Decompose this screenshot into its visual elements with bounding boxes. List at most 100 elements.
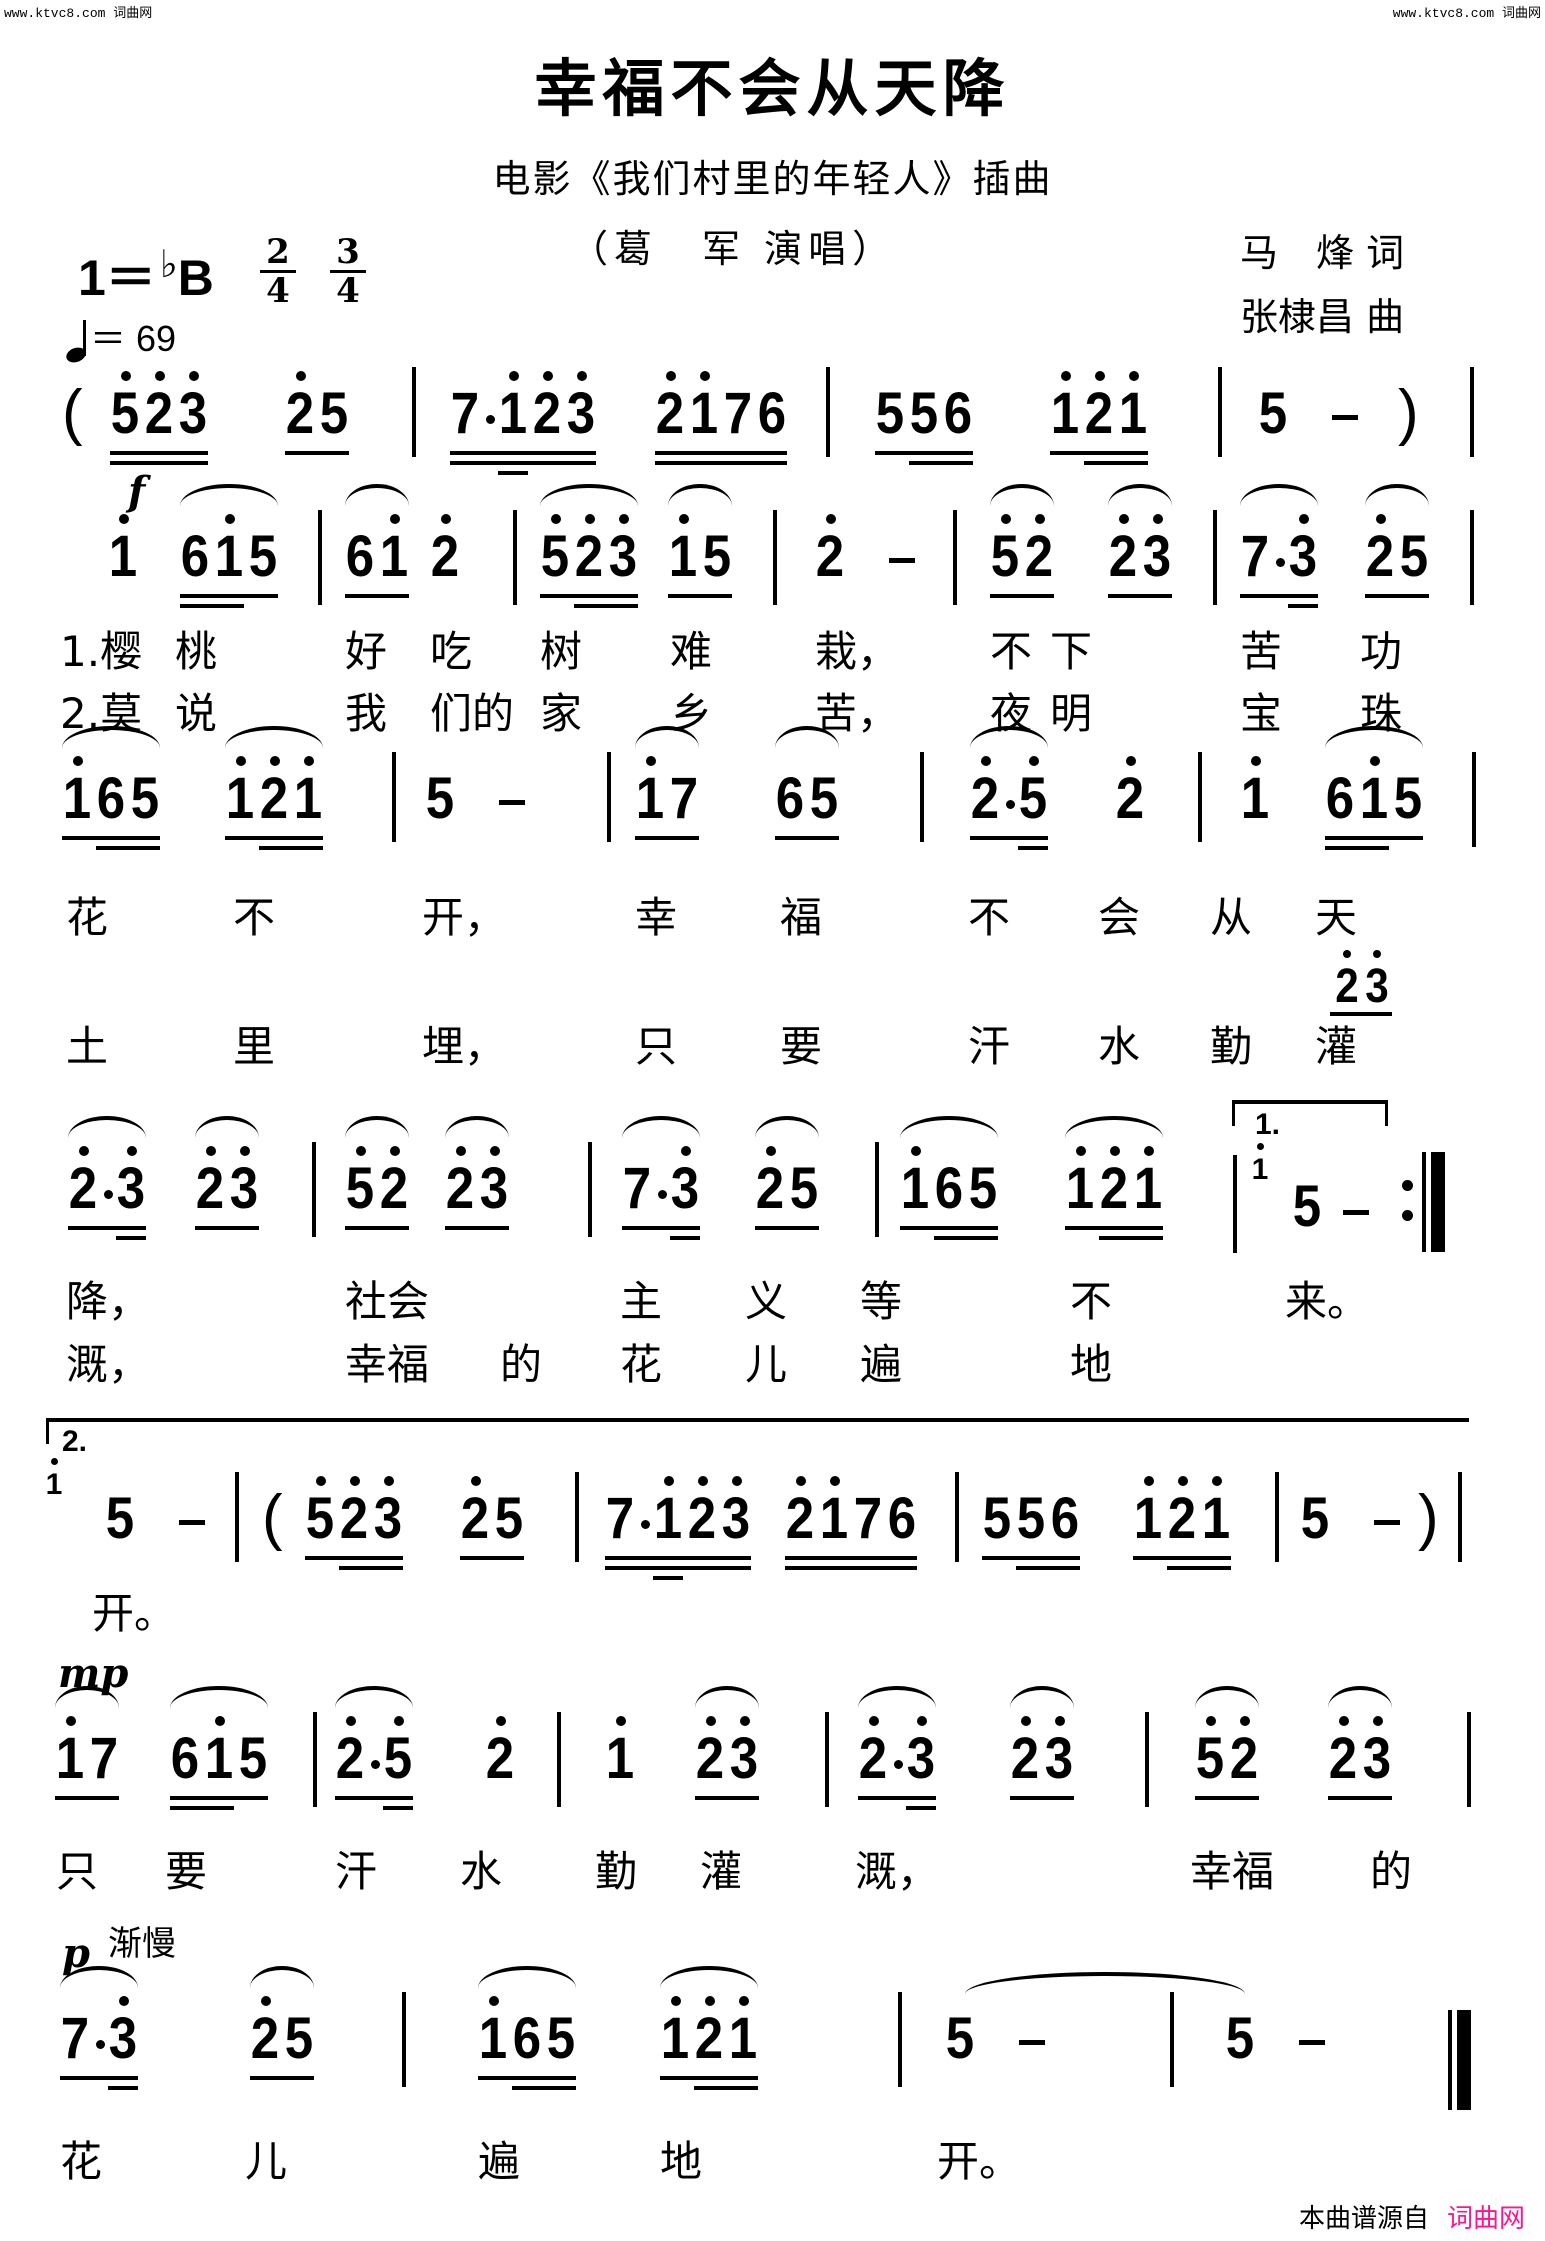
lyric-verse1: 社会	[345, 1277, 430, 1326]
lyric-verse1: 幸	[635, 893, 678, 942]
underline-eighth	[1065, 1226, 1163, 1230]
footer-source: 本曲谱源自	[1298, 2203, 1429, 2233]
augmentation-dot	[1006, 800, 1015, 809]
high-octave-dot	[155, 371, 165, 381]
lyric-verse1: 1.樱	[60, 627, 143, 676]
underline-eighth	[460, 1556, 524, 1560]
tie	[965, 1972, 1245, 1994]
note-5: 5	[425, 766, 455, 831]
lyric-line: 灌	[700, 1847, 743, 1896]
lyric-verse2: 明	[1050, 689, 1093, 738]
barline	[313, 1712, 317, 1807]
high-octave-dot	[1129, 371, 1139, 381]
lyric-verse1: 下	[1050, 627, 1093, 676]
lyric-verse2: 要	[780, 1022, 823, 1071]
song-subtitle: 电影《我们村里的年轻人》插曲	[492, 157, 1053, 201]
close-parenthesis: )	[1398, 378, 1419, 447]
time-num: 2	[266, 232, 290, 272]
note-2: 2	[1365, 524, 1395, 589]
lyric-verse2: 珠	[1360, 689, 1403, 738]
time-num: 3	[336, 232, 360, 272]
high-octave-dot	[681, 1146, 691, 1156]
barline	[588, 1142, 592, 1237]
barline	[318, 510, 322, 605]
underline-sixteenth	[108, 2086, 138, 2090]
high-octave-dot	[1373, 1716, 1383, 1726]
high-octave-dot	[1126, 756, 1136, 766]
lyric-verse2: 的	[500, 1340, 543, 1389]
high-octave-dot	[917, 1716, 927, 1726]
note-1: 1	[689, 381, 719, 446]
note-3: 3	[116, 1156, 146, 1221]
high-octave-dot	[1001, 514, 1011, 524]
lyric-verse1: 好	[345, 627, 388, 676]
note-3: 3	[721, 1486, 751, 1551]
slur	[660, 1966, 758, 1988]
lyric-verse2: 苦，	[815, 689, 900, 738]
high-octave-dot	[390, 514, 400, 524]
note-2: 2	[259, 766, 289, 831]
high-octave-dot	[616, 1716, 626, 1726]
key-prefix: 1＝	[78, 250, 156, 306]
high-octave-dot	[1144, 1476, 1154, 1486]
underline-eighth	[285, 451, 349, 455]
slur	[180, 484, 278, 506]
underline-sixteenth	[1325, 846, 1389, 850]
note-6: 6	[180, 524, 210, 589]
note-6: 6	[887, 1486, 917, 1551]
lyric-verse2: 2.莫	[60, 689, 143, 738]
note-3: 3	[729, 1726, 759, 1791]
barline	[312, 1142, 316, 1237]
underline-sixteenth	[339, 1566, 403, 1570]
slur	[1195, 1686, 1259, 1708]
watermark-left: www.ktvc8.com 词曲网	[4, 6, 153, 21]
barline	[575, 1472, 579, 1562]
augmentation-dot	[1276, 558, 1285, 567]
high-octave-dot	[119, 514, 129, 524]
note-5: 5	[875, 381, 905, 446]
underline-eighth	[605, 1556, 751, 1560]
underline-eighth	[540, 594, 638, 598]
high-octave-dot	[577, 371, 587, 381]
note-7: 7	[723, 381, 753, 446]
second-ending-bracket	[46, 1418, 1469, 1444]
lyric-verse2: 花	[620, 1340, 663, 1389]
note-5: 5	[110, 381, 140, 446]
note-6: 6	[170, 1726, 200, 1791]
lyric-verse2: 埋，	[422, 1022, 507, 1071]
augmentation-dot	[96, 2040, 105, 2049]
note-6: 6	[1325, 766, 1355, 831]
lyric-line: 幸福	[1190, 1847, 1275, 1896]
high-octave-dot	[1251, 756, 1261, 766]
underline-eighth	[755, 1226, 819, 1230]
note-1: 1	[55, 1726, 85, 1791]
underline-sixteenth	[450, 461, 596, 465]
note-2: 2	[1099, 1156, 1129, 1221]
lyric-verse1: 吃	[430, 627, 473, 676]
open-parenthesis: (	[62, 378, 83, 447]
barline	[1467, 1712, 1471, 1807]
underline-sixteenth	[694, 2086, 758, 2090]
dash-sustain	[1343, 1210, 1369, 1215]
underline-eighth	[990, 594, 1054, 598]
note-3: 3	[479, 1156, 509, 1221]
lyric-line: 开。	[92, 1589, 177, 1638]
note-1: 1	[819, 1486, 849, 1551]
barline	[1275, 1472, 1279, 1562]
barline	[898, 1992, 902, 2087]
underline-eighth	[180, 594, 278, 598]
barline	[1218, 367, 1222, 457]
underline-sixteenth	[116, 1236, 146, 1240]
high-octave-dot	[51, 1458, 58, 1465]
underline-eighth	[445, 1226, 509, 1230]
slur	[345, 1116, 409, 1138]
lyric-line: 儿	[245, 2137, 288, 2186]
note-1: 1	[1133, 1486, 1163, 1551]
note-7: 7	[1240, 524, 1270, 589]
lyric-line: 水	[460, 1847, 503, 1896]
note-3: 3	[178, 381, 208, 446]
note-2: 2	[379, 1156, 409, 1221]
high-octave-dot	[705, 1996, 715, 2006]
underline-eighth	[478, 2076, 576, 2080]
slur	[1108, 484, 1172, 506]
